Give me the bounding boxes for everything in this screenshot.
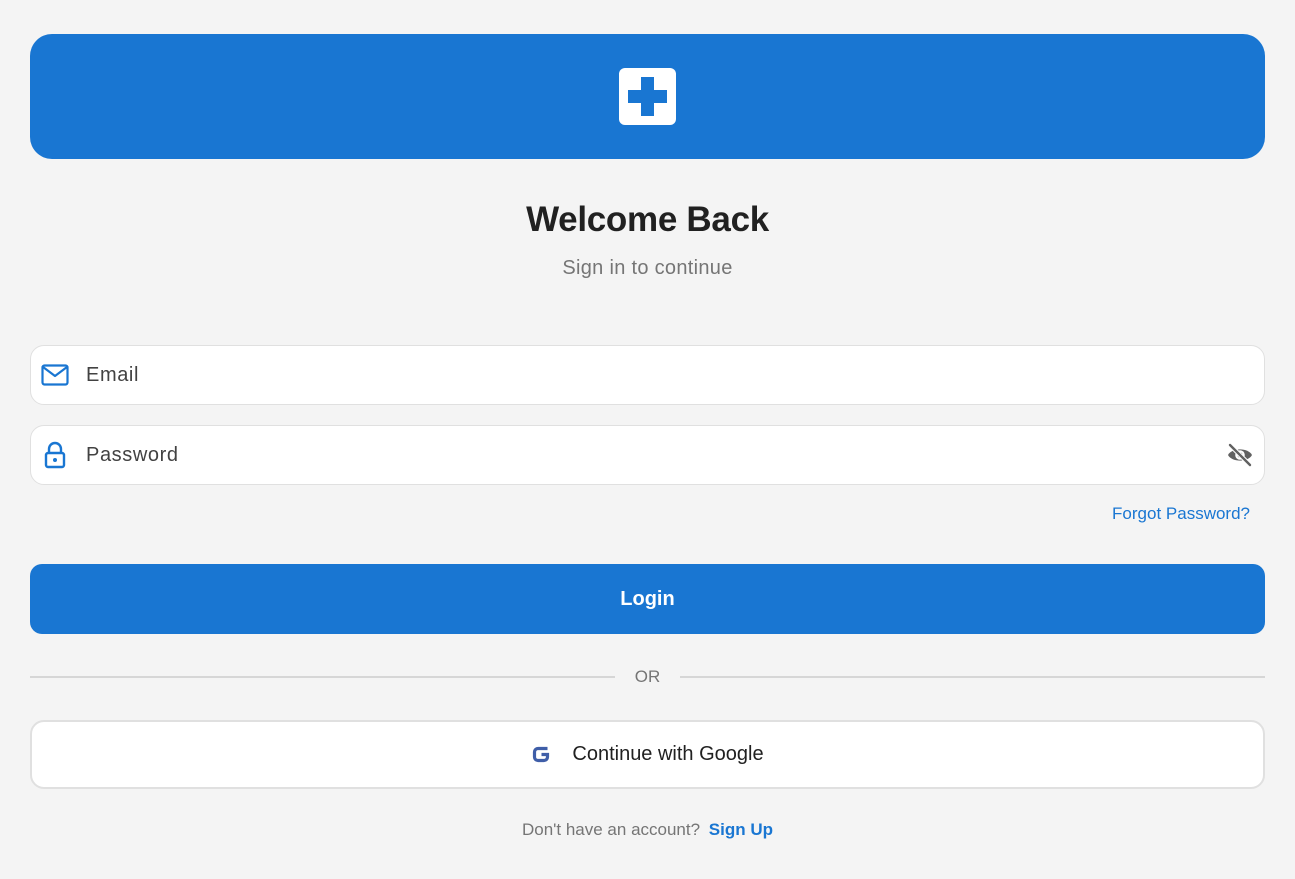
google-button-label: Continue with Google [572, 743, 764, 765]
password-input[interactable] [86, 435, 1224, 475]
forgot-password-link[interactable]: Forgot Password? [1112, 504, 1250, 524]
signup-link[interactable]: Sign Up [709, 820, 773, 839]
signup-row: Don't have an account? Sign Up [0, 820, 1295, 840]
divider-line-right [680, 676, 1265, 678]
login-button[interactable]: Login [30, 564, 1265, 634]
mail-icon [41, 361, 69, 389]
visibility-off-icon[interactable] [1224, 439, 1256, 471]
lock-icon [41, 441, 69, 469]
google-icon [531, 745, 551, 765]
page-subtitle: Sign in to continue [562, 257, 733, 279]
password-field-container[interactable] [30, 425, 1265, 485]
email-input[interactable] [86, 355, 1264, 395]
header-banner [30, 34, 1265, 159]
medical-cross-icon [619, 68, 676, 125]
or-divider: OR [30, 662, 1265, 692]
google-signin-button[interactable]: Continue with Google [30, 720, 1265, 789]
divider-line-left [30, 676, 615, 678]
login-screen: Welcome Back Sign in to continue Email F… [0, 0, 1295, 879]
email-field-container[interactable] [30, 345, 1265, 405]
signup-prompt: Don't have an account? [521, 820, 701, 839]
page-title: Welcome Back [526, 200, 769, 239]
divider-text: OR [634, 667, 661, 686]
